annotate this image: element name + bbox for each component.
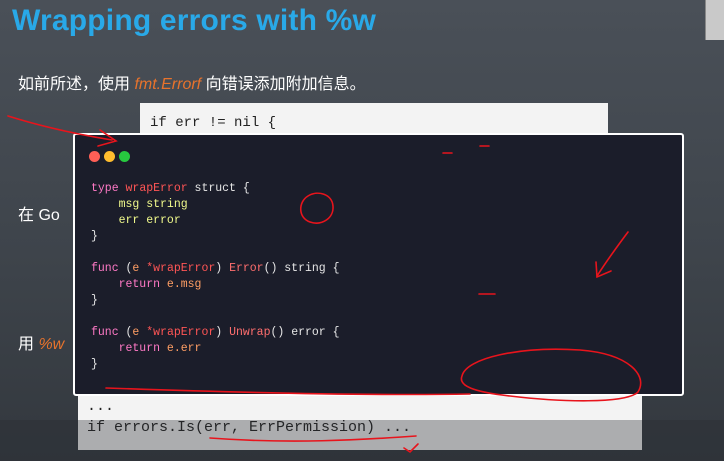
code-token: func [91,262,126,275]
code-token: msg [118,198,147,211]
background-code-line: if err != nil { [150,115,277,131]
code-line: type wrapError struct { [91,181,340,197]
code-token: () error { [270,326,340,339]
code-token: struct { [187,182,250,195]
code-token: Error [229,262,264,275]
intro-code: fmt.Errorf [134,76,202,93]
code-line: } [91,229,340,245]
code-token: return [91,278,167,291]
code-line: func (e *wrapError) Unwrap() error { [91,325,340,341]
code-token: } [91,358,98,371]
code-token: func [91,326,126,339]
code-token: wrapError [125,182,188,195]
window-controls [89,149,134,167]
code-token: *wrapError [146,262,216,275]
code-token: ) [215,262,230,275]
code-listing: type wrapError struct { msg string err e… [91,181,340,373]
code-token: e [132,262,147,275]
code-token: () string { [263,262,340,275]
code-token: e [132,326,147,339]
code-token: *wrapError [146,326,216,339]
bottom-code-line: ... [87,398,115,415]
left-text-w-code: %w [38,336,65,353]
code-line: } [91,293,340,309]
maximize-dot-icon [119,151,130,162]
code-token: error [146,214,181,227]
code-line: return e.err [91,341,340,357]
minimize-dot-icon [104,151,115,162]
code-token: } [91,230,98,243]
code-token: Unwrap [229,326,271,339]
intro-prefix: 如前所述，使用 [18,76,135,93]
close-dot-icon [89,151,100,162]
left-text-w: 用 %w [18,330,64,354]
code-window: type wrapError struct { msg string err e… [73,133,684,396]
code-line: } [91,357,340,373]
intro-suffix: 向错误添加附加信息。 [201,76,366,93]
bottom-code-block: ... if errors.Is(err, ErrPermission) ... [78,392,642,450]
left-text-go: 在 Go [18,207,60,224]
slide-title: Wrapping errors with %w [12,4,377,37]
code-line: err error [91,213,340,229]
side-thumbnail [705,0,724,40]
code-line: func (e *wrapError) Error() string { [91,261,340,277]
code-token: ) [215,326,230,339]
code-token: e.msg [166,278,202,291]
code-token: return [91,342,167,355]
code-token: } [91,294,98,307]
code-token: type [91,182,126,195]
code-line: msg string [91,197,340,213]
code-token: err [118,214,147,227]
code-line: return e.msg [91,277,340,293]
intro-text: 如前所述，使用 fmt.Errorf 向错误添加附加信息。 [18,70,366,94]
code-token: string [146,198,188,211]
code-token: e.err [166,342,202,355]
left-text-w-prefix: 用 [18,336,39,353]
bottom-code-line: if errors.Is(err, ErrPermission) ... [87,419,412,436]
